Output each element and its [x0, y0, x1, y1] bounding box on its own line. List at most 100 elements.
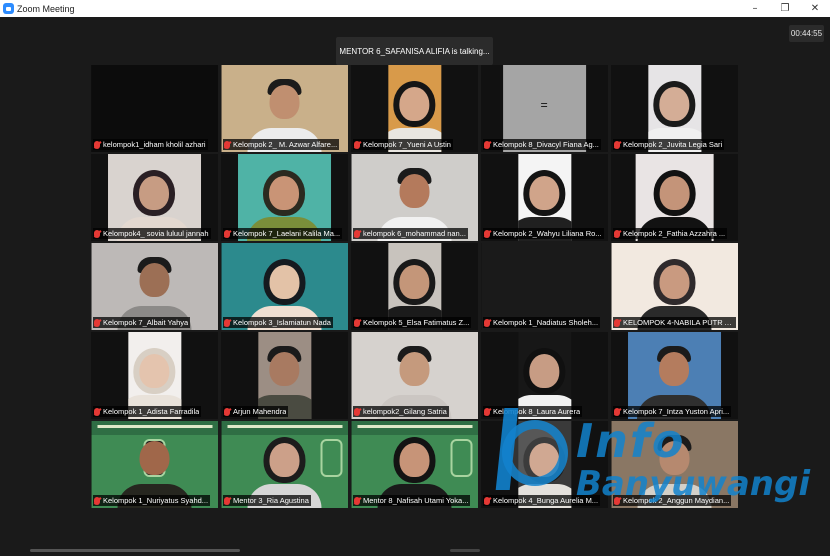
participant-name: Kelompok 4_Bunga Aurelia M... — [493, 496, 599, 505]
participant-tile[interactable]: Kelompok 4_Bunga Aurelia M... — [481, 421, 608, 508]
participant-nameplate: Kelompok 2_ M. Azwar Alfare... — [223, 139, 340, 150]
muted-mic-icon — [224, 496, 230, 505]
participant-nameplate: Arjun Mahendra — [223, 406, 289, 417]
muted-mic-icon — [224, 318, 230, 327]
participant-tile[interactable]: Mentor 8_Nafisah Utami Yoka... — [351, 421, 478, 508]
participant-nameplate: Kelompok 7_Intza Yuston Apri... — [613, 406, 732, 417]
participant-name: Kelompok4_ sovia luluul jannah — [103, 229, 209, 238]
participant-tile[interactable]: Arjun Mahendra — [221, 332, 348, 419]
participant-nameplate: Kelompok 2_Wahyu Liliana Ro... — [483, 228, 604, 239]
participant-tile[interactable]: Mentor 3_Ria Agustina — [221, 421, 348, 508]
participant-nameplate: kelompok 6_mohammad nan... — [353, 228, 468, 239]
event-banner — [91, 421, 218, 435]
participant-name: Kelompok 1_Nadiatus Sholeh... — [493, 318, 599, 327]
muted-mic-icon — [354, 496, 360, 505]
active-speaker-banner: MENTOR 6_SAFANISA ALIFIA is talking... — [336, 37, 493, 65]
meeting-timer: 00:44:55 — [789, 25, 824, 42]
participant-tile[interactable]: Kelompok 2_Anggun Maydian... — [611, 421, 738, 508]
muted-mic-icon — [614, 318, 620, 327]
meeting-stage: MENTOR 6_SAFANISA ALIFIA is talking... 0… — [0, 17, 830, 556]
participant-nameplate: Kelompok 3_Islamiatun Nada — [223, 317, 333, 328]
participant-name: Mentor 8_Nafisah Utami Yoka... — [363, 496, 469, 505]
participant-tile[interactable]: kelompok 6_mohammad nan... — [351, 154, 478, 241]
muted-mic-icon — [354, 318, 360, 327]
participant-tile[interactable]: Kelompok 5_Elsa Fatimatus Z... — [351, 243, 478, 330]
participant-nameplate: kelompok2_Gilang Satria — [353, 406, 449, 417]
muted-mic-icon — [224, 229, 230, 238]
participant-name: KELOMPOK 4-NABILA PUTR A... — [623, 318, 734, 327]
participant-nameplate: Kelompok 7_Albait Yahya — [93, 317, 191, 328]
muted-mic-icon — [484, 496, 490, 505]
muted-mic-icon — [614, 407, 620, 416]
participant-tile[interactable]: Kelompok 8_Laura Aurera — [481, 332, 608, 419]
participant-name: Kelompok 1_Nuriyatus Syahd... — [103, 496, 209, 505]
participant-tile[interactable]: Kelompok 1_Nadiatus Sholeh... — [481, 243, 608, 330]
participant-name: Arjun Mahendra — [233, 407, 287, 416]
participant-tile[interactable]: Kelompok 7_Intza Yuston Apri... — [611, 332, 738, 419]
participant-tile[interactable]: kelompok1_idham kholil azhari — [91, 65, 218, 152]
muted-mic-icon — [94, 318, 100, 327]
muted-mic-icon — [94, 407, 100, 416]
participant-tile[interactable]: Kelompok 2_Fathia Azzahra ... — [611, 154, 738, 241]
participant-name: Kelompok 7_Yueni A Ustin — [363, 140, 451, 149]
participant-tile[interactable]: kelompok2_Gilang Satria — [351, 332, 478, 419]
muted-mic-icon — [224, 140, 230, 149]
participant-nameplate: Kelompok 4_Bunga Aurelia M... — [483, 495, 601, 506]
minimize-button[interactable]: – — [740, 0, 770, 17]
participant-name: kelompok2_Gilang Satria — [363, 407, 447, 416]
muted-mic-icon — [614, 496, 620, 505]
participant-tile[interactable]: Kelompok 8_Divacyl Fiana Ag... — [481, 65, 608, 152]
participant-name: Kelompok 7_Albait Yahya — [103, 318, 189, 327]
participant-tile[interactable]: KELOMPOK 4-NABILA PUTR A... — [611, 243, 738, 330]
participant-nameplate: Kelompok 1_Nadiatus Sholeh... — [483, 317, 601, 328]
participant-nameplate: Mentor 8_Nafisah Utami Yoka... — [353, 495, 471, 506]
participant-name: Mentor 3_Ria Agustina — [233, 496, 309, 505]
participant-name: Kelompok 2_ M. Azwar Alfare... — [233, 140, 338, 149]
participant-tile[interactable]: Kelompok 1_Adista Farradila — [91, 332, 218, 419]
participant-tile[interactable]: Kelompok 3_Islamiatun Nada — [221, 243, 348, 330]
participant-tile[interactable]: Kelompok 7_Albait Yahya — [91, 243, 218, 330]
participant-tile[interactable]: Kelompok 7_Yueni A Ustin — [351, 65, 478, 152]
participant-nameplate: Mentor 3_Ria Agustina — [223, 495, 311, 506]
participant-name: Kelompok 2_Wahyu Liliana Ro... — [493, 229, 602, 238]
participant-nameplate: Kelompok 8_Divacyl Fiana Ag... — [483, 139, 601, 150]
participant-tile[interactable]: Kelompok4_ sovia luluul jannah — [91, 154, 218, 241]
participant-tile[interactable]: Kelompok 2_Wahyu Liliana Ro... — [481, 154, 608, 241]
close-button[interactable]: ✕ — [800, 0, 830, 17]
participant-tile[interactable]: Kelompok 2_ M. Azwar Alfare... — [221, 65, 348, 152]
participant-name: Kelompok 3_Islamiatun Nada — [233, 318, 331, 327]
muted-mic-icon — [354, 140, 360, 149]
participant-nameplate: KELOMPOK 4-NABILA PUTR A... — [613, 317, 736, 328]
participant-nameplate: Kelompok 7_Yueni A Ustin — [353, 139, 453, 150]
muted-mic-icon — [484, 140, 490, 149]
muted-mic-icon — [354, 229, 360, 238]
event-banner — [221, 421, 348, 435]
muted-mic-icon — [94, 229, 100, 238]
scrollbar[interactable] — [30, 549, 240, 552]
scrollbar-segment[interactable] — [450, 549, 480, 552]
participant-name: Kelompok 7_Intza Yuston Apri... — [623, 407, 730, 416]
participant-tile[interactable]: Kelompok 7_Laelani Kalila Ma... — [221, 154, 348, 241]
event-banner — [351, 421, 478, 435]
muted-mic-icon — [484, 318, 490, 327]
participant-name: Kelompok 7_Laelani Kalila Ma... — [233, 229, 341, 238]
participant-nameplate: Kelompok 5_Elsa Fatimatus Z... — [353, 317, 472, 328]
muted-mic-icon — [484, 229, 490, 238]
participant-name: Kelompok 2_Anggun Maydian... — [623, 496, 730, 505]
title-bar: Zoom Meeting – ❐ ✕ — [0, 0, 830, 17]
maximize-button[interactable]: ❐ — [770, 0, 800, 17]
participant-name: kelompok1_idham kholil azhari — [103, 140, 206, 149]
no-video-icon — [541, 103, 548, 107]
participant-nameplate: kelompok1_idham kholil azhari — [93, 139, 208, 150]
participant-tile[interactable]: Kelompok 1_Nuriyatus Syahd... — [91, 421, 218, 508]
participant-nameplate: Kelompok 2_Anggun Maydian... — [613, 495, 732, 506]
window-controls: – ❐ ✕ — [740, 0, 830, 17]
muted-mic-icon — [484, 407, 490, 416]
participant-name: Kelompok 8_Laura Aurera — [493, 407, 581, 416]
participant-tile[interactable]: Kelompok 2_Juvita Legia Sari — [611, 65, 738, 152]
participant-nameplate: Kelompok 1_Adista Farradila — [93, 406, 202, 417]
participant-name: Kelompok 2_Juvita Legia Sari — [623, 140, 723, 149]
muted-mic-icon — [354, 407, 360, 416]
muted-mic-icon — [614, 229, 620, 238]
participant-name: Kelompok 1_Adista Farradila — [103, 407, 200, 416]
